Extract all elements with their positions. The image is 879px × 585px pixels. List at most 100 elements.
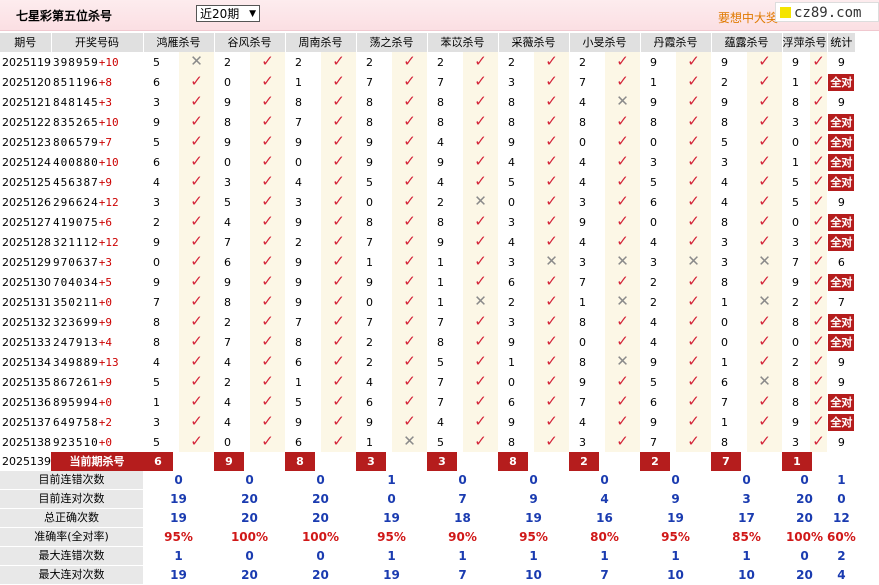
check-mark-icon: ✓ xyxy=(474,272,487,290)
kill-number-cell: 2 xyxy=(650,275,657,289)
result-cell: ✓ xyxy=(534,432,569,452)
summary-value: 100% xyxy=(785,530,824,544)
stat-cell: 6 xyxy=(837,255,845,269)
kill-number-cell: 4 xyxy=(650,315,657,329)
check-mark-icon: ✓ xyxy=(474,132,487,150)
check-mark-icon: ✓ xyxy=(190,392,203,410)
current-kill-number: 7 xyxy=(711,452,741,471)
kill-number-cell: 3 xyxy=(153,415,160,429)
kill-number-cell: 5 xyxy=(366,175,373,189)
result-cell: ✓ xyxy=(747,352,782,372)
check-mark-icon: ✓ xyxy=(616,312,629,330)
kill-number-cell: 7 xyxy=(579,395,586,409)
result-cell: ✓ xyxy=(321,312,356,332)
promo-text[interactable]: 要想中大奖 xyxy=(718,9,778,26)
kill-number-cell: 4 xyxy=(153,355,160,369)
result-cell: ✓ xyxy=(179,312,214,332)
result-cell: ✓ xyxy=(676,392,711,412)
check-mark-icon: ✓ xyxy=(687,412,700,430)
result-cell: ✓ xyxy=(392,112,427,132)
site-logo[interactable]: cz89.com xyxy=(775,2,879,22)
check-mark-icon: ✓ xyxy=(332,252,345,270)
check-mark-icon: ✓ xyxy=(812,132,825,150)
check-mark-icon: ✓ xyxy=(261,52,274,70)
kill-number-cell: 7 xyxy=(579,275,586,289)
check-mark-icon: ✓ xyxy=(545,432,558,450)
draw-sum: +5 xyxy=(98,275,112,289)
check-mark-icon: ✓ xyxy=(474,412,487,430)
check-mark-icon: ✓ xyxy=(616,132,629,150)
result-cell: ✓ xyxy=(676,412,711,432)
kill-number-cell: 9 xyxy=(650,355,657,369)
summary-value: 9 xyxy=(671,492,680,506)
check-mark-icon: ✓ xyxy=(261,372,274,390)
result-cell: ✓ xyxy=(179,152,214,172)
result-cell: ✓ xyxy=(321,392,356,412)
kill-number-cell: 2 xyxy=(224,375,231,389)
kill-number-cell: 4 xyxy=(437,415,444,429)
draw-number-cell: 848145+3 xyxy=(51,92,143,112)
result-cell: ✕ xyxy=(605,352,640,372)
result-cell: ✓ xyxy=(810,52,827,72)
current-kill-cell: 7 xyxy=(711,452,782,471)
result-cell: ✓ xyxy=(179,332,214,352)
result-cell: ✓ xyxy=(810,352,827,372)
check-mark-icon: ✓ xyxy=(758,432,771,450)
result-cell: ✓ xyxy=(321,192,356,212)
column-header: 统计 xyxy=(827,33,857,52)
check-mark-icon: ✓ xyxy=(758,112,771,130)
kill-number-cell: 8 xyxy=(792,315,799,329)
draw-number-cell: 247913+4 xyxy=(51,332,143,352)
check-mark-icon: ✓ xyxy=(545,152,558,170)
draw-digits: 456387 xyxy=(53,175,99,189)
check-mark-icon: ✓ xyxy=(403,152,416,170)
result-cell: ✓ xyxy=(179,292,214,312)
result-cell: ✓ xyxy=(676,52,711,72)
result-cell: ✓ xyxy=(321,252,356,272)
kill-number-cell: 9 xyxy=(366,135,373,149)
kill-number-cell: 2 xyxy=(366,335,373,349)
draw-sum: +6 xyxy=(98,215,112,229)
result-cell: ✓ xyxy=(534,152,569,172)
kill-number-cell: 9 xyxy=(224,135,231,149)
result-cell: ✓ xyxy=(179,252,214,272)
table-row: 2025130 704034+5 9 ✓ 9 ✓ 9 ✓ 9 ✓ 1 ✓ 6 ✓ 7 ✓ 2 ✓ 8 ✓ 9 ✓ 全对 xyxy=(0,272,856,292)
result-cell: ✓ xyxy=(747,192,782,212)
period-cell: 2025121 xyxy=(2,95,51,109)
kill-number-cell: 1 xyxy=(366,255,373,269)
check-mark-icon: ✓ xyxy=(545,372,558,390)
check-mark-icon: ✓ xyxy=(403,372,416,390)
result-cell: ✓ xyxy=(179,192,214,212)
summary-value: 20 xyxy=(312,511,329,525)
result-cell: ✓ xyxy=(392,392,427,412)
period-select[interactable]: 近20期 ▼ xyxy=(196,5,260,22)
result-cell: ✓ xyxy=(321,412,356,432)
top-bar: 七星彩第五位杀号 近20期 ▼ 要想中大奖 cz89.com xyxy=(0,0,879,31)
check-mark-icon: ✓ xyxy=(261,72,274,90)
all-correct-badge: 全对 xyxy=(828,233,855,251)
draw-sum: +9 xyxy=(98,375,112,389)
result-cell: ✓ xyxy=(463,132,498,152)
draw-number-cell: 867261+9 xyxy=(51,372,143,392)
kill-number-cell: 7 xyxy=(721,395,728,409)
result-cell: ✓ xyxy=(534,112,569,132)
check-mark-icon: ✓ xyxy=(332,172,345,190)
kill-number-cell: 9 xyxy=(295,295,302,309)
stat-cell: 9 xyxy=(837,195,845,209)
kill-number-cell: 4 xyxy=(366,375,373,389)
draw-digits: 649758 xyxy=(53,415,99,429)
check-mark-icon: ✓ xyxy=(545,232,558,250)
check-mark-icon: ✓ xyxy=(332,332,345,350)
kill-number-cell: 0 xyxy=(650,215,657,229)
current-kill-label: 当前期杀号 xyxy=(51,452,143,471)
check-mark-icon: ✓ xyxy=(190,172,203,190)
summary-value: 20 xyxy=(241,492,258,506)
summary-value: 0 xyxy=(458,473,467,488)
kill-number-cell: 8 xyxy=(579,355,586,369)
check-mark-icon: ✓ xyxy=(474,152,487,170)
result-cell: ✓ xyxy=(250,92,285,112)
column-header: 开奖号码 xyxy=(51,33,144,52)
kill-number-cell: 9 xyxy=(508,135,515,149)
result-cell: ✓ xyxy=(605,412,640,432)
kill-number-cell: 9 xyxy=(721,95,728,109)
